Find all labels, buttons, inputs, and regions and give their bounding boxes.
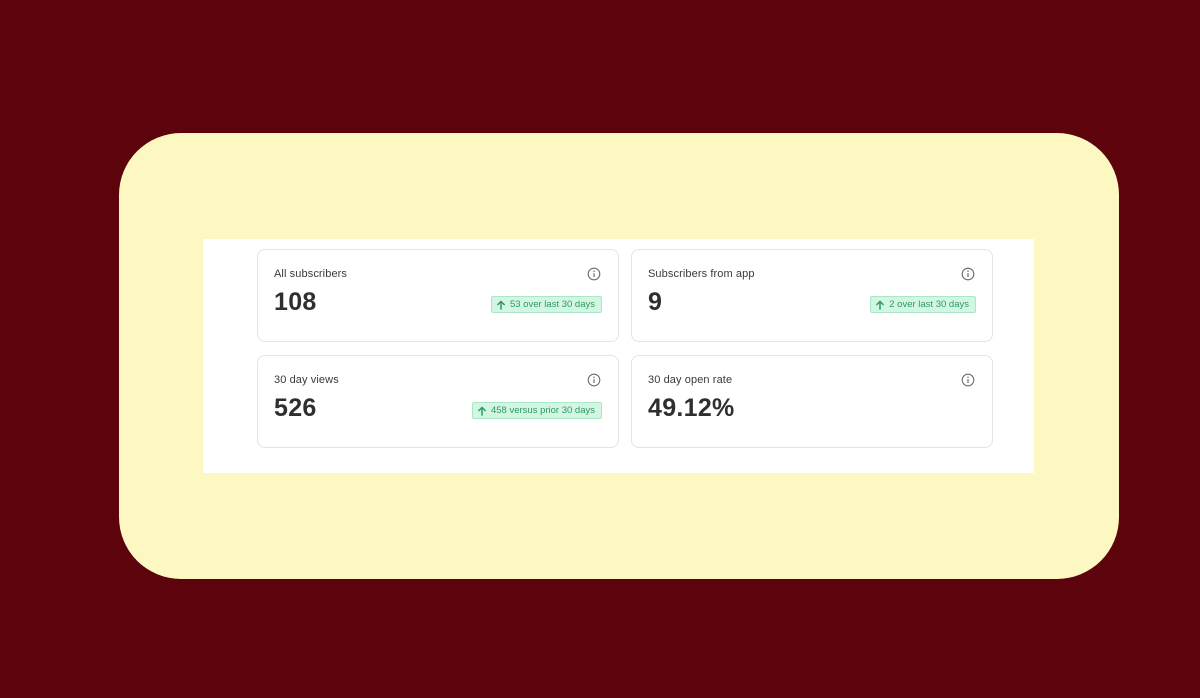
delta-text: 2 over last 30 days — [889, 299, 969, 310]
stat-label: 30 day open rate — [648, 374, 733, 386]
info-icon[interactable] — [961, 373, 975, 387]
info-icon[interactable] — [961, 267, 975, 281]
delta-text: 458 versus prior 30 days — [490, 405, 595, 416]
stat-value: 49.12% — [648, 394, 735, 422]
stat-value: 9 — [648, 288, 663, 316]
stat-card-30-day-views: 30 day views 526 458 versus prior 30 day… — [257, 355, 619, 448]
stat-card-all-subscribers: All subscribers 108 53 over last 30 days — [257, 249, 619, 342]
stat-card-30-day-open-rate: 30 day open rate 49.12% — [631, 355, 993, 448]
arrow-up-icon — [497, 300, 505, 310]
arrow-up-icon — [876, 300, 885, 310]
stats-panel: All subscribers 108 53 over last 30 days… — [203, 239, 1034, 473]
stat-value: 108 — [274, 288, 317, 316]
info-icon[interactable] — [587, 373, 601, 387]
stat-label: Subscribers from app — [648, 268, 755, 280]
delta-badge: 2 over last 30 days — [870, 296, 976, 313]
arrow-up-icon — [478, 406, 486, 416]
stat-label: 30 day views — [274, 374, 339, 386]
delta-text: 53 over last 30 days — [509, 299, 595, 310]
stat-value: 526 — [274, 394, 317, 422]
stat-card-subscribers-from-app: Subscribers from app 9 2 over last 30 da… — [631, 249, 993, 342]
delta-badge: 53 over last 30 days — [490, 296, 602, 313]
stat-label: All subscribers — [274, 268, 348, 280]
info-icon[interactable] — [587, 267, 601, 281]
delta-badge: 458 versus prior 30 days — [471, 402, 602, 419]
